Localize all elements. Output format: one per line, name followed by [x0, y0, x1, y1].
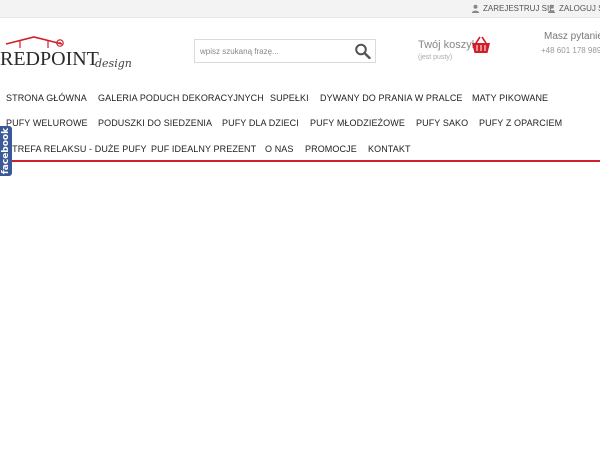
nav-item-o-nas[interactable]: O NAS [265, 137, 294, 162]
contact-question: Masz pytanie [544, 31, 600, 42]
nav-item-maty-pikowane[interactable]: MATY PIKOWANE [472, 86, 548, 111]
logo-brand: REDPOINT [0, 48, 99, 70]
facebook-label: facebook [1, 127, 11, 175]
logo-sub: design [95, 57, 132, 70]
search-icon[interactable] [354, 43, 371, 59]
user-icon [471, 4, 480, 13]
contact-phone[interactable]: +48 601 178 989 [541, 46, 600, 55]
site-logo[interactable]: REDPOINT design [0, 34, 135, 74]
nav-item-pufy-dla-dzieci[interactable]: PUFY DLA DZIECI [222, 111, 299, 136]
login-label: ZALOGUJ SIĘ [559, 4, 600, 13]
register-link[interactable]: ZAREJESTRUJ SIĘ [471, 4, 555, 13]
top-bar: ZAREJESTRUJ SIĘ ZALOGUJ SIĘ [0, 0, 600, 18]
header: REDPOINT design Twój koszyk (jest pusty)… [0, 18, 600, 86]
main-nav: STRONA GŁÓWNA GALERIA PODUCH DEKORACYJNY… [0, 86, 600, 162]
search-input[interactable] [195, 40, 345, 62]
cart-title: Twój koszyk [418, 39, 478, 51]
nav-item-galeria-poduch[interactable]: GALERIA PODUCH DEKORACYJNYCH [98, 86, 264, 111]
nav-item-pufy-mlodziezowe[interactable]: PUFY MŁODZIEŻOWE [310, 111, 405, 136]
nav-item-poduszki[interactable]: PODUSZKI DO SIEDZENIA [98, 111, 212, 136]
nav-divider [0, 160, 600, 162]
login-link[interactable]: ZALOGUJ SIĘ [547, 4, 600, 13]
user-icon [547, 4, 556, 13]
contact-info: Masz pytanie +48 601 178 989 [532, 29, 600, 59]
facebook-tab[interactable]: facebook [0, 126, 12, 176]
register-label: ZAREJESTRUJ SIĘ [483, 4, 555, 13]
nav-item-supelki[interactable]: SUPEŁKI [270, 86, 309, 111]
nav-item-kontakt[interactable]: KONTAKT [368, 137, 411, 162]
nav-item-strefa-relaksu[interactable]: STREFA RELAKSU - DUŻE PUFY [6, 137, 147, 162]
basket-icon [472, 36, 490, 53]
nav-item-promocje[interactable]: PROMOCJE [305, 137, 357, 162]
nav-item-puf-prezent[interactable]: PUF IDEALNY PREZENT [151, 137, 256, 162]
redpoint-logo: REDPOINT design [0, 36, 132, 70]
cart-widget[interactable]: Twój koszyk (jest pusty) [418, 36, 493, 66]
nav-item-strona-glowna[interactable]: STRONA GŁÓWNA [6, 86, 87, 111]
nav-item-pufy-welurowe[interactable]: PUFY WELUROWE [6, 111, 88, 136]
nav-item-pufy-z-oparciem[interactable]: PUFY Z OPARCIEM [479, 111, 562, 136]
cart-status: (jest pusty) [418, 54, 453, 61]
nav-item-pufy-sako[interactable]: PUFY SAKO [416, 111, 468, 136]
nav-item-dywany[interactable]: DYWANY DO PRANIA W PRALCE [320, 86, 463, 111]
search-box [194, 39, 376, 63]
